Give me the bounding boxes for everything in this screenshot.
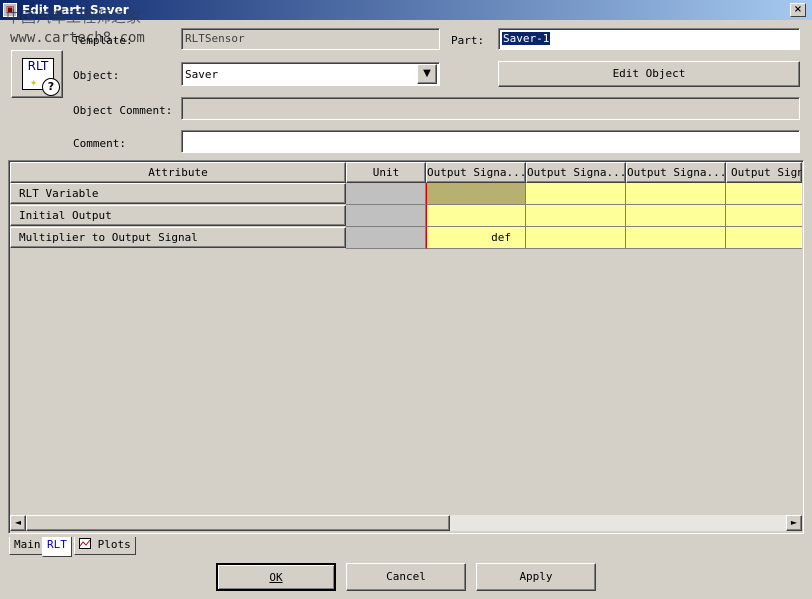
object-select-value: Saver — [185, 68, 219, 81]
unit-cell[interactable] — [346, 183, 426, 205]
cancel-button[interactable]: Cancel — [346, 563, 466, 591]
watermark-text: 中国汽车工程师之家 — [6, 8, 142, 26]
value-cell-selected[interactable] — [426, 183, 526, 205]
template-label: Template: — [73, 34, 133, 47]
scroll-right-icon[interactable]: ► — [786, 515, 802, 531]
value-cell[interactable] — [526, 205, 626, 227]
template-field: RLTSensor — [181, 28, 440, 50]
value-cell[interactable] — [526, 183, 626, 205]
column-header-output-4[interactable]: Output Signa — [726, 162, 802, 183]
ok-button[interactable]: OK — [216, 563, 336, 591]
comment-label: Comment: — [73, 137, 126, 150]
column-header-output-3[interactable]: Output Signa... — [626, 162, 726, 183]
row-header-multiplier[interactable]: Multiplier to Output Signal — [10, 227, 346, 248]
value-cell[interactable] — [626, 205, 726, 227]
apply-button-label: Apply — [519, 570, 553, 583]
column-header-unit[interactable]: Unit — [346, 162, 426, 183]
value-cell[interactable] — [526, 227, 626, 249]
horizontal-scrollbar[interactable]: ◄ ► — [10, 515, 802, 531]
value-cell[interactable] — [726, 227, 802, 249]
tab-plots[interactable]: Plots — [74, 537, 136, 555]
chevron-down-icon[interactable]: ▼ — [417, 64, 437, 84]
rlt-part-icon: RLT ✦ ? — [11, 50, 63, 98]
cancel-button-label: Cancel — [386, 570, 426, 583]
edit-object-button[interactable]: Edit Object — [498, 61, 800, 87]
value-cell[interactable] — [626, 227, 726, 249]
ok-button-label: OK — [269, 571, 283, 584]
unit-cell[interactable] — [346, 227, 426, 249]
value-cell[interactable] — [726, 205, 802, 227]
value-cell[interactable] — [726, 183, 802, 205]
object-label: Object: — [73, 69, 120, 82]
value-cell-def[interactable]: def — [426, 227, 526, 249]
object-comment-field — [181, 97, 800, 120]
plot-icon — [79, 538, 91, 549]
tab-plots-label: Plots — [97, 538, 131, 551]
column-header-output-1[interactable]: Output Signa... — [426, 162, 526, 183]
attribute-grid[interactable]: Attribute Unit Output Signa... Output Si… — [8, 160, 804, 534]
tab-main[interactable]: Main — [9, 537, 46, 555]
unit-cell[interactable] — [346, 205, 426, 227]
value-cell[interactable] — [626, 183, 726, 205]
part-input[interactable]: Saver-1 — [498, 28, 800, 50]
help-icon: ? — [42, 78, 60, 96]
part-input-value: Saver-1 — [502, 32, 551, 45]
column-header-attribute[interactable]: Attribute — [10, 162, 346, 183]
value-cell[interactable] — [426, 205, 526, 227]
part-label: Part: — [451, 34, 485, 47]
close-button[interactable]: × — [790, 3, 806, 17]
tab-rlt[interactable]: RLT — [42, 537, 72, 557]
object-select[interactable]: Saver ▼ — [181, 62, 440, 86]
object-comment-label: Object Comment: — [73, 104, 173, 117]
row-header-rlt-variable[interactable]: RLT Variable — [10, 183, 346, 204]
star-icon: ✦ — [30, 75, 38, 89]
column-header-output-2[interactable]: Output Signa... — [526, 162, 626, 183]
comment-input[interactable] — [181, 130, 800, 153]
apply-button[interactable]: Apply — [476, 563, 596, 591]
scroll-left-icon[interactable]: ◄ — [10, 515, 26, 531]
row-header-initial-output[interactable]: Initial Output — [10, 205, 346, 226]
scroll-thumb[interactable] — [26, 515, 450, 531]
